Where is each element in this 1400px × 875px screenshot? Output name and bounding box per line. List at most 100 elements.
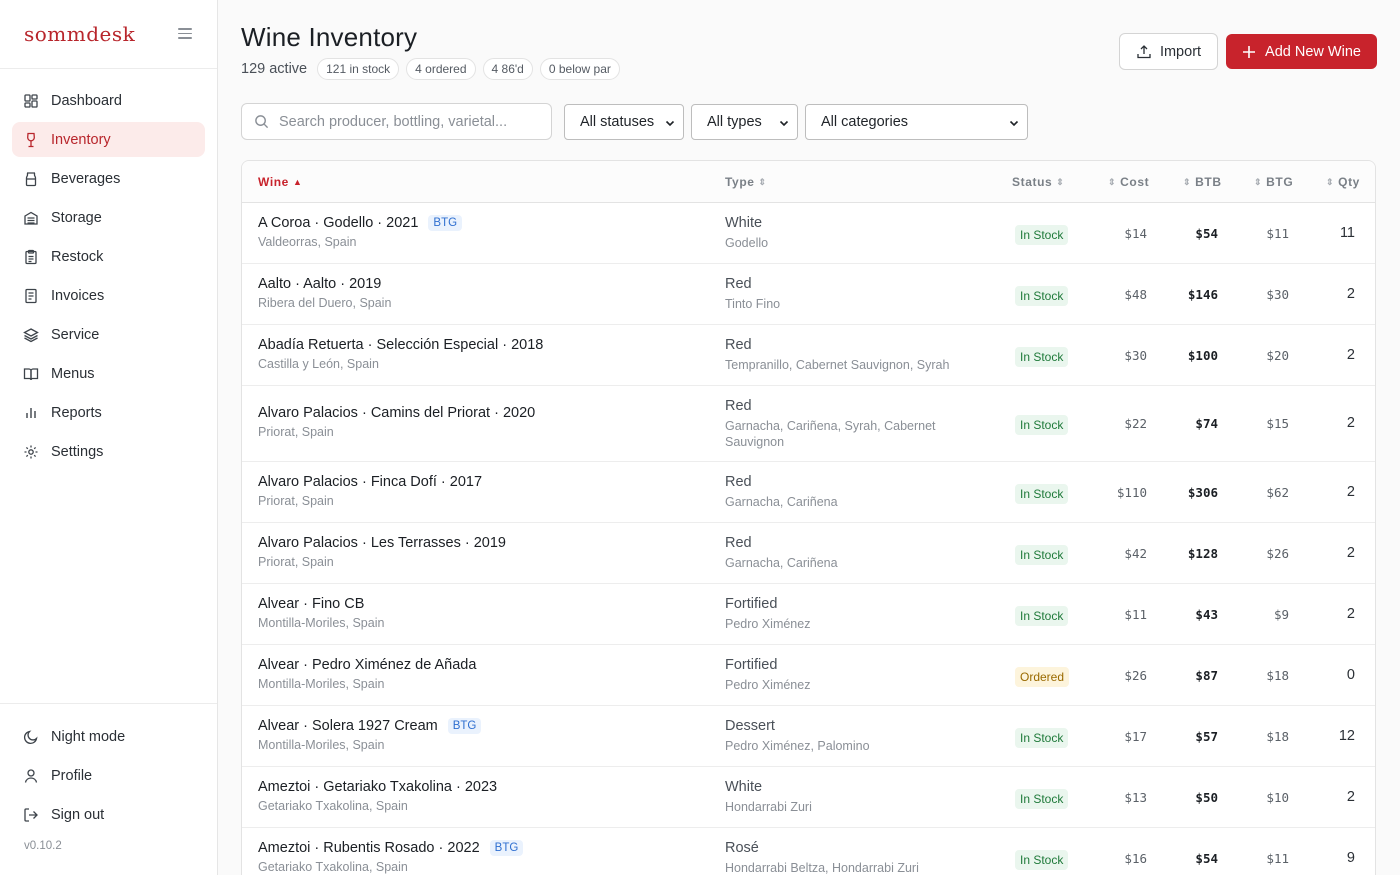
plus-icon bbox=[1243, 45, 1256, 58]
btg-value: $10 bbox=[1266, 790, 1289, 805]
status-badge: In Stock bbox=[1015, 415, 1069, 435]
wine-name-cell[interactable]: Aalto · Aalto · 2019 bbox=[258, 276, 381, 292]
type-filter[interactable]: All types bbox=[691, 104, 798, 140]
sidebar-item-beverages[interactable]: Beverages bbox=[12, 161, 205, 196]
table-row[interactable]: Alvear · Solera 1927 Cream BTG Montilla-Mo… bbox=[242, 706, 1375, 767]
user-icon bbox=[23, 768, 39, 784]
sidebar-item-service[interactable]: Service bbox=[12, 317, 205, 352]
category-filter-value: All categories bbox=[821, 114, 909, 130]
wine-type: Red bbox=[725, 474, 752, 490]
table-row[interactable]: Alvear · Pedro Ximénez de Añada Montilla-… bbox=[242, 645, 1375, 706]
wine-name[interactable]: Alvaro Palacios · Les Terrasses · 2019 bbox=[258, 535, 506, 551]
status-badge: In Stock bbox=[1015, 225, 1069, 245]
cost-value: $26 bbox=[1124, 668, 1147, 683]
wine-type: Fortified bbox=[725, 657, 778, 673]
column-btb[interactable]: ⇕ BTB bbox=[1179, 175, 1222, 189]
wine-varietal: Hondarrabi Beltza, Hondarrabi Zuri bbox=[725, 861, 919, 875]
sidebar-item-inventory[interactable]: Inventory bbox=[12, 122, 205, 157]
btg-value: $18 bbox=[1266, 668, 1289, 683]
wine-name-cell[interactable]: Alvear · Solera 1927 Cream BTG bbox=[258, 718, 482, 734]
profile-link[interactable]: Profile bbox=[12, 758, 205, 793]
wine-name-cell[interactable]: Ameztoi · Rubentis Rosado · 2022 BTG bbox=[258, 840, 524, 856]
status-badge: Ordered bbox=[1015, 667, 1070, 687]
column-cost-label: Cost bbox=[1120, 175, 1150, 189]
wine-name[interactable]: Ameztoi · Getariako Txakolina · 2023 bbox=[258, 779, 497, 795]
in-stock-pill: 121 in stock bbox=[317, 58, 400, 80]
wine-name-cell[interactable]: Ameztoi · Getariako Txakolina · 2023 bbox=[258, 779, 497, 795]
table-row[interactable]: Alvaro Palacios · Camins del Priorat · 2… bbox=[242, 386, 1375, 462]
table-row[interactable]: Alvear · Fino CB Montilla-Moriles, Spain F… bbox=[242, 584, 1375, 645]
table-row[interactable]: Alvaro Palacios · Les Terrasses · 2019 Pr… bbox=[242, 523, 1375, 584]
type-filter-value: All types bbox=[707, 114, 762, 130]
storage-icon bbox=[23, 210, 39, 226]
btb-value: $43 bbox=[1195, 607, 1218, 622]
column-status[interactable]: Status ⇕ bbox=[1012, 175, 1068, 189]
add-new-wine-button[interactable]: Add New Wine bbox=[1226, 34, 1377, 69]
wine-name-cell[interactable]: Alvaro Palacios · Camins del Priorat · 2… bbox=[258, 405, 535, 421]
wine-name-cell[interactable]: Alvaro Palacios · Finca Dofí · 2017 bbox=[258, 474, 482, 490]
sidebar-item-dashboard[interactable]: Dashboard bbox=[12, 83, 205, 118]
btg-value: $20 bbox=[1266, 348, 1289, 363]
wine-name[interactable]: Alvaro Palacios · Finca Dofí · 2017 bbox=[258, 474, 482, 490]
wine-glass-icon bbox=[23, 132, 39, 148]
sign-out-button[interactable]: Sign out bbox=[12, 797, 205, 832]
column-wine[interactable]: Wine ▲ bbox=[258, 175, 306, 189]
cost-value: $11 bbox=[1124, 607, 1147, 622]
wine-name-cell[interactable]: Alvaro Palacios · Les Terrasses · 2019 bbox=[258, 535, 506, 551]
sidebar-item-storage[interactable]: Storage bbox=[12, 200, 205, 235]
wine-region: Priorat, Spain bbox=[258, 555, 334, 569]
wine-name-cell[interactable]: Abadía Retuerta · Selección Especial · 2… bbox=[258, 337, 543, 353]
wine-name-cell[interactable]: Alvear · Fino CB bbox=[258, 596, 364, 612]
wine-name[interactable]: Alvear · Solera 1927 Cream bbox=[258, 718, 438, 734]
night-mode-toggle[interactable]: Night mode bbox=[12, 719, 205, 754]
wine-name[interactable]: Abadía Retuerta · Selección Especial · 2… bbox=[258, 337, 543, 353]
wine-type: Red bbox=[725, 398, 752, 414]
dashboard-icon bbox=[23, 93, 39, 109]
sidebar-item-invoices[interactable]: Invoices bbox=[12, 278, 205, 313]
table-row[interactable]: Ameztoi · Getariako Txakolina · 2023 Geta… bbox=[242, 767, 1375, 828]
search-field[interactable] bbox=[241, 103, 552, 140]
column-btb-label: BTB bbox=[1195, 175, 1222, 189]
wine-name[interactable]: Alvear · Pedro Ximénez de Añada bbox=[258, 657, 476, 673]
sidebar-item-restock[interactable]: Restock bbox=[12, 239, 205, 274]
status-filter[interactable]: All statuses bbox=[564, 104, 684, 140]
cost-value: $48 bbox=[1124, 287, 1147, 302]
qty-value: 2 bbox=[1346, 789, 1355, 805]
wine-region: Getariako Txakolina, Spain bbox=[258, 860, 408, 874]
btb-value: $74 bbox=[1195, 416, 1218, 431]
wine-name-cell[interactable]: Alvear · Pedro Ximénez de Añada bbox=[258, 657, 476, 673]
sidebar-item-label: Storage bbox=[51, 209, 102, 226]
btb-value: $128 bbox=[1187, 546, 1218, 561]
column-type[interactable]: Type ⇕ bbox=[725, 175, 771, 189]
bar-chart-icon bbox=[23, 405, 39, 421]
table-row[interactable]: Aalto · Aalto · 2019 Ribera del Duero, Sp… bbox=[242, 264, 1375, 325]
wine-name[interactable]: Alvaro Palacios · Camins del Priorat · 2… bbox=[258, 405, 535, 421]
wine-type: Red bbox=[725, 337, 752, 353]
sidebar-item-reports[interactable]: Reports bbox=[12, 395, 205, 430]
cost-value: $22 bbox=[1124, 416, 1147, 431]
table-row[interactable]: A Coroa · Godello · 2021 BTG Valdeorras, S… bbox=[242, 203, 1375, 264]
table-row[interactable]: Alvaro Palacios · Finca Dofí · 2017 Prior… bbox=[242, 462, 1375, 523]
wine-varietal: Garnacha, Cariñena bbox=[725, 556, 838, 570]
search-input[interactable] bbox=[279, 113, 539, 130]
wine-name[interactable]: Aalto · Aalto · 2019 bbox=[258, 276, 381, 292]
table-row[interactable]: Ameztoi · Rubentis Rosado · 2022 BTG Getar… bbox=[242, 828, 1375, 875]
sidebar-item-settings[interactable]: Settings bbox=[12, 434, 205, 469]
column-qty[interactable]: ⇕ Qty bbox=[1322, 175, 1360, 189]
column-btg[interactable]: ⇕ BTG bbox=[1250, 175, 1293, 189]
wine-name[interactable]: A Coroa · Godello · 2021 bbox=[258, 215, 418, 231]
wine-name-cell[interactable]: A Coroa · Godello · 2021 BTG bbox=[258, 215, 463, 231]
moon-icon bbox=[23, 729, 39, 745]
brand-logo[interactable]: sommdesk bbox=[24, 22, 135, 46]
column-cost[interactable]: ⇕ Cost bbox=[1104, 175, 1149, 189]
category-filter[interactable]: All categories bbox=[805, 104, 1028, 140]
wine-type: White bbox=[725, 215, 763, 231]
sidebar-item-menus[interactable]: Menus bbox=[12, 356, 205, 391]
wine-region: Castilla y León, Spain bbox=[258, 357, 379, 371]
hamburger-menu-icon[interactable] bbox=[178, 28, 192, 40]
table-row[interactable]: Abadía Retuerta · Selección Especial · 2… bbox=[242, 325, 1375, 386]
wine-name[interactable]: Alvear · Fino CB bbox=[258, 596, 364, 612]
wine-name[interactable]: Ameztoi · Rubentis Rosado · 2022 bbox=[258, 840, 480, 856]
import-button[interactable]: Import bbox=[1119, 33, 1218, 70]
column-status-label: Status bbox=[1012, 175, 1053, 189]
